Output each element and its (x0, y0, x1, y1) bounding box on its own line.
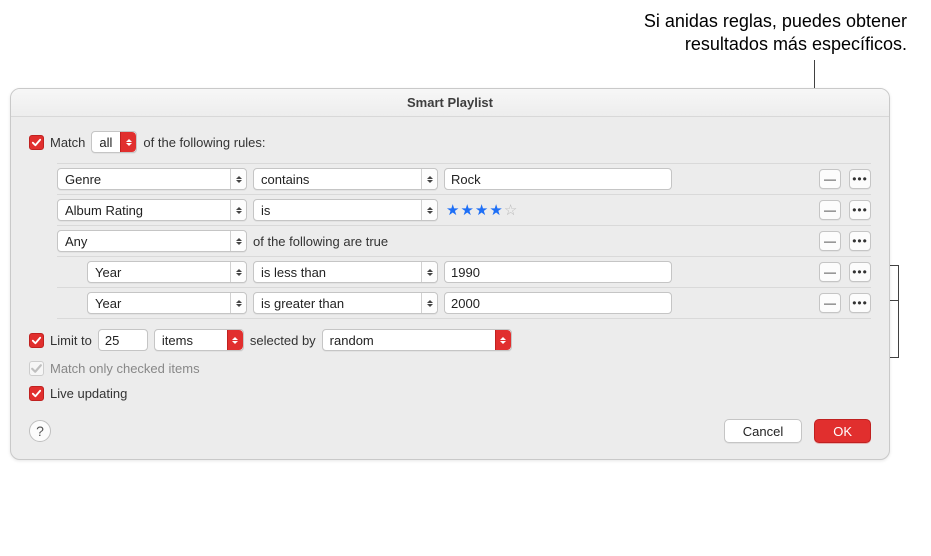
star-icon: ★ (489, 203, 502, 218)
live-updating-row: Live updating (29, 386, 871, 401)
rule-group-suffix: of the following are true (253, 234, 388, 249)
remove-rule-button[interactable]: — (819, 169, 841, 189)
rule-value-field[interactable]: 2000 (444, 292, 672, 314)
match-row: Match all of the following rules: (29, 131, 871, 153)
rule-field-select[interactable]: Album Rating (57, 199, 247, 221)
limit-selected-by-select[interactable]: random (322, 329, 512, 351)
popup-stepper-icon (495, 330, 511, 350)
remove-rule-button[interactable]: — (819, 231, 841, 251)
popup-stepper-icon (421, 169, 437, 189)
rule-group-row: Any of the following are true — ••• (57, 225, 871, 256)
rule-field-select[interactable]: Genre (57, 168, 247, 190)
match-checked-checkbox (29, 361, 44, 376)
callout-bracket (898, 265, 899, 358)
popup-stepper-icon (230, 169, 246, 189)
match-checked-label: Match only checked items (50, 361, 200, 376)
callout-line2: resultados más específicos. (644, 33, 907, 56)
limit-row: Limit to 25 items selected by random (29, 329, 871, 351)
remove-rule-button[interactable]: — (819, 262, 841, 282)
window-title: Smart Playlist (11, 89, 889, 117)
popup-stepper-icon (120, 132, 136, 152)
smart-playlist-dialog: Smart Playlist Match all of the followin… (10, 88, 890, 460)
rule-options-button[interactable]: ••• (849, 231, 871, 251)
rule-row: Album Rating is ★ ★ ★ ★ ☆ — ••• (57, 194, 871, 225)
rules-list: Genre contains Rock — ••• Album Rating (57, 163, 871, 319)
star-outline-icon: ☆ (504, 203, 517, 218)
rule-row: Year is greater than 2000 — ••• (57, 287, 871, 319)
limit-prefix: Limit to (50, 333, 92, 348)
popup-stepper-icon (230, 293, 246, 313)
star-icon: ★ (475, 203, 488, 218)
live-updating-label: Live updating (50, 386, 127, 401)
rule-row: Genre contains Rock — ••• (57, 163, 871, 194)
match-checked-row: Match only checked items (29, 361, 871, 376)
match-suffix: of the following rules: (143, 135, 265, 150)
rule-operator-select[interactable]: contains (253, 168, 438, 190)
rule-value-field[interactable]: 1990 (444, 261, 672, 283)
popup-stepper-icon (421, 262, 437, 282)
popup-stepper-icon (227, 330, 243, 350)
remove-rule-button[interactable]: — (819, 293, 841, 313)
rule-operator-select[interactable]: is less than (253, 261, 438, 283)
limit-selected-by-label: selected by (250, 333, 316, 348)
ok-button[interactable]: OK (814, 419, 871, 443)
match-prefix: Match (50, 135, 85, 150)
match-mode-select[interactable]: all (91, 131, 137, 153)
limit-checkbox[interactable] (29, 333, 44, 348)
help-button[interactable]: ? (29, 420, 51, 442)
remove-rule-button[interactable]: — (819, 200, 841, 220)
rule-options-button[interactable]: ••• (849, 169, 871, 189)
rule-options-button[interactable]: ••• (849, 262, 871, 282)
star-icon: ★ (446, 203, 459, 218)
rule-options-button[interactable]: ••• (849, 200, 871, 220)
limit-count-field[interactable]: 25 (98, 329, 148, 351)
popup-stepper-icon (230, 200, 246, 220)
cancel-button[interactable]: Cancel (724, 419, 802, 443)
callout-line1: Si anidas reglas, puedes obtener (644, 10, 907, 33)
rule-options-button[interactable]: ••• (849, 293, 871, 313)
limit-unit-select[interactable]: items (154, 329, 244, 351)
popup-stepper-icon (230, 262, 246, 282)
rule-field-select[interactable]: Year (87, 292, 247, 314)
rule-field-select[interactable]: Year (87, 261, 247, 283)
popup-stepper-icon (421, 293, 437, 313)
star-rating[interactable]: ★ ★ ★ ★ ☆ (446, 203, 517, 218)
rule-operator-select[interactable]: is (253, 199, 438, 221)
star-icon: ★ (460, 203, 473, 218)
popup-stepper-icon (230, 231, 246, 251)
popup-stepper-icon (421, 200, 437, 220)
live-updating-checkbox[interactable] (29, 386, 44, 401)
rule-value-field[interactable]: Rock (444, 168, 672, 190)
rule-operator-select[interactable]: is greater than (253, 292, 438, 314)
match-checkbox[interactable] (29, 135, 44, 150)
rule-row: Year is less than 1990 — ••• (57, 256, 871, 287)
rule-field-select[interactable]: Any (57, 230, 247, 252)
